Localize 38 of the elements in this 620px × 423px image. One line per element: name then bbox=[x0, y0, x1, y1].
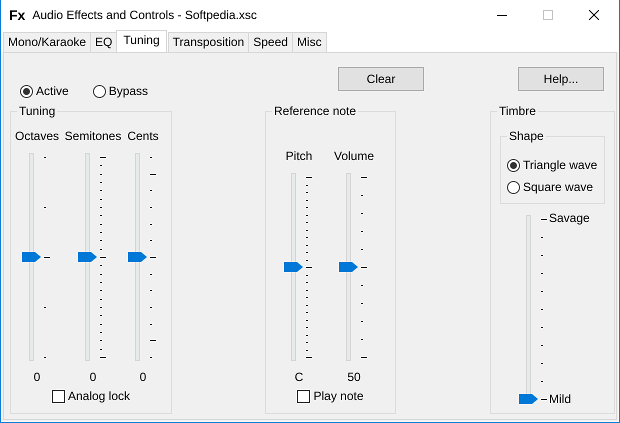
group-title: Tuning bbox=[17, 104, 58, 119]
slider-label: Mild bbox=[549, 392, 572, 407]
slider-thumb[interactable] bbox=[78, 252, 97, 262]
slider-label: Pitch bbox=[286, 149, 312, 164]
close-icon bbox=[589, 10, 599, 20]
slider-thumb[interactable] bbox=[339, 262, 358, 272]
slider-value: 50 bbox=[347, 370, 361, 385]
slider-value: C bbox=[294, 370, 304, 385]
app-icon: Fx bbox=[9, 6, 26, 24]
slider-thumb[interactable] bbox=[519, 394, 538, 404]
checkbox[interactable]: Play note bbox=[297, 389, 364, 404]
slider-value: 0 bbox=[90, 370, 96, 385]
shape-radio[interactable]: Square wave bbox=[507, 176, 604, 198]
group-title: Shape bbox=[507, 129, 546, 144]
slider-label: Cents bbox=[127, 129, 159, 144]
slider-thumb[interactable] bbox=[128, 252, 147, 262]
action-button[interactable]: Help... bbox=[518, 67, 604, 91]
action-button[interactable]: Clear bbox=[338, 67, 424, 91]
checkbox[interactable]: Analog lock bbox=[52, 389, 130, 404]
slider-value: 0 bbox=[34, 370, 40, 385]
tab[interactable]: Speed bbox=[248, 32, 293, 52]
slider-label: Semitones bbox=[64, 129, 122, 144]
mode-radio[interactable]: Active bbox=[20, 84, 69, 98]
shape-radio[interactable]: Triangle wave bbox=[507, 154, 604, 176]
tab[interactable]: Tuning bbox=[116, 30, 167, 52]
maximize-icon bbox=[543, 10, 553, 20]
slider-thumb[interactable] bbox=[284, 262, 303, 272]
slider-thumb[interactable] bbox=[22, 252, 41, 262]
slider-label: Savage bbox=[549, 211, 590, 226]
tab[interactable]: Misc bbox=[292, 32, 327, 52]
slider-value: 0 bbox=[140, 370, 146, 385]
tab[interactable]: Transposition bbox=[168, 32, 250, 52]
mode-radio[interactable]: Bypass bbox=[92, 84, 148, 98]
tab[interactable]: Mono/Karaoke bbox=[3, 32, 92, 52]
tab[interactable]: EQ bbox=[90, 32, 118, 52]
window-title: Audio Effects and Controls - Softpedia.xsc bbox=[32, 8, 258, 22]
slider-label: Octaves bbox=[14, 129, 59, 144]
slider-label: Volume bbox=[334, 149, 374, 164]
